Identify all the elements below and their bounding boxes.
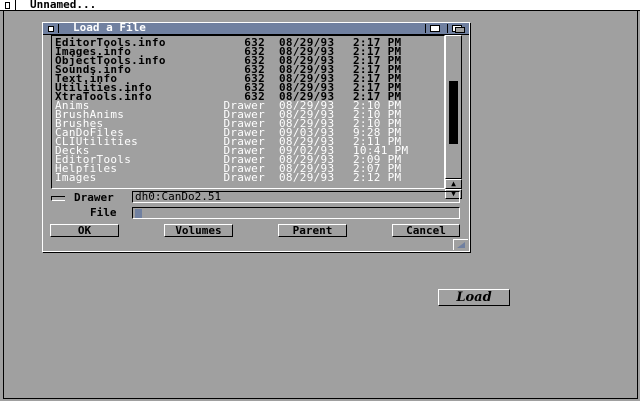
- ok-button[interactable]: OK: [50, 224, 119, 237]
- file-name: Images: [55, 171, 97, 184]
- window-title: Load a File: [73, 21, 146, 34]
- scroll-up-icon[interactable]: ▲: [445, 179, 462, 189]
- drawer-toggle[interactable]: [51, 196, 65, 201]
- screen-close-icon[interactable]: [1, 0, 16, 10]
- scroll-knob[interactable]: [449, 81, 458, 144]
- drawer-value: dh0:CanDo2.51: [135, 190, 222, 203]
- zoom-icon[interactable]: [425, 24, 444, 33]
- file-date: 08/29/93: [279, 171, 335, 184]
- screen-title-bar: Unnamed...: [0, 0, 640, 11]
- drawer-label: Drawer: [74, 191, 114, 204]
- file-label: File: [90, 206, 117, 219]
- file-time: 2:12 PM: [353, 171, 402, 184]
- load-button[interactable]: Load: [438, 289, 510, 306]
- window-resize-icon[interactable]: [453, 239, 468, 250]
- cancel-button[interactable]: Cancel: [392, 224, 460, 237]
- screen-title: Unnamed...: [30, 0, 97, 11]
- file-size: Drawer: [223, 171, 265, 184]
- file-list[interactable]: EditorTools.info 632 08/29/93 2:17 PM Images…: [51, 35, 445, 189]
- file-input[interactable]: [132, 207, 460, 219]
- window-title-bar[interactable]: Load a File: [43, 21, 469, 35]
- file-requester-window: Load a File EditorTools.info 632 08/29/93 2…: [42, 22, 470, 252]
- text-cursor: [135, 209, 142, 218]
- drawer-input[interactable]: dh0:CanDo2.51: [132, 191, 460, 203]
- parent-button[interactable]: Parent: [278, 224, 347, 237]
- window-close-icon[interactable]: [44, 24, 59, 33]
- vertical-scrollbar[interactable]: [445, 35, 462, 179]
- volumes-button[interactable]: Volumes: [164, 224, 233, 237]
- depth-icon[interactable]: [447, 24, 466, 33]
